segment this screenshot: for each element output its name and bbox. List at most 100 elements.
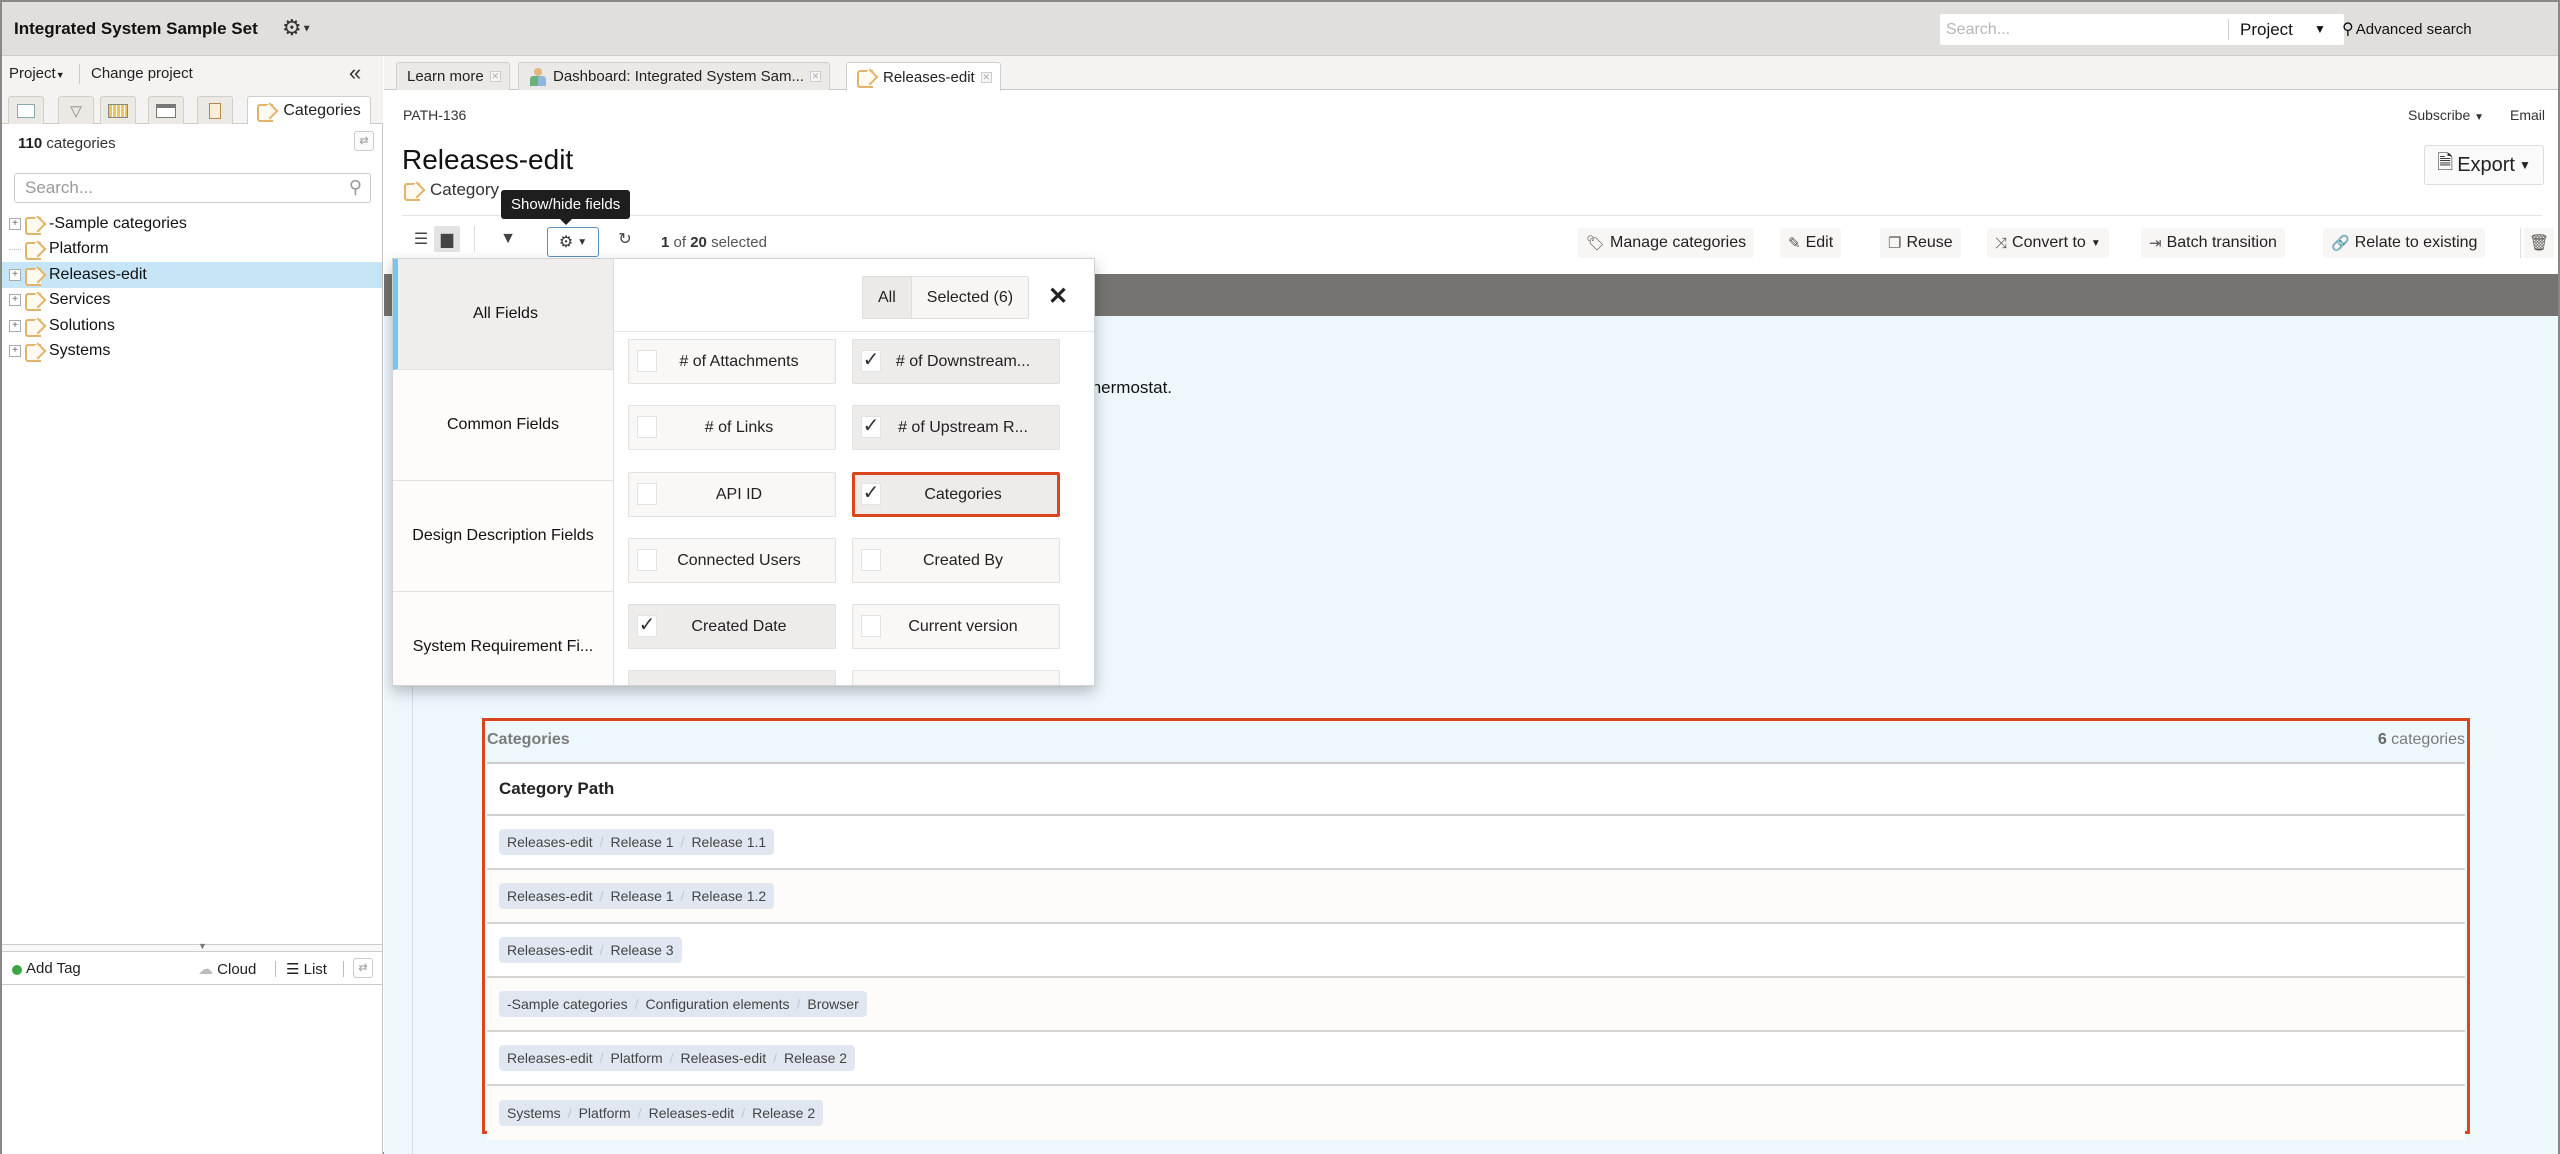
checkbox-unchecked[interactable]: [861, 549, 881, 571]
search-scope-select[interactable]: Project: [2240, 20, 2293, 40]
change-project-link[interactable]: Change project: [91, 65, 193, 82]
convert-to-button[interactable]: ⤨ Convert to ▼: [1987, 228, 2109, 258]
category-path-breadcrumb[interactable]: Releases-edit / Release 3: [499, 937, 682, 963]
field-option[interactable]: Connected Users: [628, 538, 836, 583]
tab-explorer[interactable]: [8, 96, 44, 124]
tree-item[interactable]: + Releases-edit: [2, 262, 382, 288]
tag-icon: [25, 318, 45, 337]
field-option[interactable]: ✓ # of Upstream R...: [852, 405, 1060, 450]
category-path-breadcrumb[interactable]: Releases-edit / Release 1 / Release 1.1: [499, 829, 775, 855]
collapse-sidebar-icon[interactable]: «: [349, 60, 361, 86]
delete-button[interactable]: 🗑: [2524, 228, 2554, 258]
field-option-label: Created Date: [691, 617, 787, 635]
manage-categories-button[interactable]: 🏷 Manage categories: [1578, 228, 1755, 258]
category-path-breadcrumb[interactable]: -Sample categories / Configuration element…: [499, 991, 867, 1017]
advanced-search-link[interactable]: ⚲ Advanced search: [2342, 19, 2472, 39]
filter-all-button[interactable]: All: [863, 277, 912, 318]
field-option[interactable]: ✓ Categories: [852, 472, 1060, 517]
path-separator: /: [637, 1105, 642, 1121]
close-icon[interactable]: ✕: [980, 71, 992, 83]
tab-filters[interactable]: ▽: [58, 96, 94, 124]
tab-reviews[interactable]: [197, 96, 233, 124]
project-menu-button[interactable]: Project▼: [9, 65, 65, 82]
expand-icon[interactable]: +: [9, 217, 21, 230]
document-view-icon[interactable]: ▆: [434, 226, 460, 252]
show-hide-fields-button[interactable]: ⚙ ▼: [547, 227, 599, 257]
expand-icon[interactable]: +: [9, 345, 21, 358]
tree-item[interactable]: Platform: [2, 237, 382, 263]
tab-releases-edit[interactable]: Releases-edit ✕: [846, 62, 1001, 91]
field-group-item[interactable]: All Fields: [393, 259, 613, 370]
tab-learn-more[interactable]: Learn more ✕: [396, 62, 510, 90]
tree-item[interactable]: + -Sample categories: [2, 211, 382, 237]
pane-splitter[interactable]: ▼: [2, 941, 382, 952]
caret-down-icon: ▼: [2519, 158, 2531, 172]
close-icon[interactable]: ✕: [809, 71, 821, 82]
expand-icon[interactable]: +: [9, 268, 21, 281]
field-group-item[interactable]: System Requirement Fi...: [393, 592, 613, 685]
cloud-view-button[interactable]: ☁ Cloud: [198, 960, 256, 978]
expand-icon[interactable]: +: [9, 319, 21, 332]
caret-down-icon[interactable]: ▼: [2314, 22, 2326, 36]
refresh-icon[interactable]: ↻: [612, 226, 638, 252]
checkbox-unchecked[interactable]: [637, 549, 657, 571]
field-option[interactable]: # of Attachments: [628, 339, 836, 384]
tree-item[interactable]: + Services: [2, 288, 382, 314]
refresh-icon[interactable]: ⇄: [353, 958, 373, 978]
category-path-breadcrumb[interactable]: Releases-edit / Platform / Releases-edit / Rel…: [499, 1045, 856, 1071]
field-group-item[interactable]: Design Description Fields: [393, 481, 613, 592]
field-option-partial[interactable]: [852, 670, 1060, 685]
email-link[interactable]: Email: [2510, 107, 2545, 123]
tag-icon: [25, 267, 45, 286]
field-option-partial[interactable]: [628, 670, 836, 685]
list-view-button[interactable]: ☰ List: [286, 960, 327, 978]
list-view-icon[interactable]: ☰: [408, 226, 434, 252]
export-button[interactable]: 🗎 Export ▼: [2424, 145, 2544, 185]
global-search-input[interactable]: [1940, 14, 2222, 45]
checkbox-unchecked[interactable]: [637, 483, 657, 505]
close-icon[interactable]: ✕: [1048, 282, 1068, 311]
checkbox-checked[interactable]: ✓: [637, 615, 657, 637]
checkbox-checked[interactable]: ✓: [861, 350, 881, 372]
expand-icon[interactable]: +: [9, 294, 21, 307]
field-option[interactable]: API ID: [628, 472, 836, 517]
add-tag-button[interactable]: Add Tag: [12, 960, 81, 977]
field-option[interactable]: ✓ # of Downstream...: [852, 339, 1060, 384]
tab-releases[interactable]: [100, 96, 136, 124]
filter-selected-button[interactable]: Selected (6): [911, 277, 1029, 318]
category-path-breadcrumb[interactable]: Releases-edit / Release 1 / Release 1.2: [499, 883, 775, 909]
tab-categories[interactable]: Categories: [247, 96, 371, 124]
category-path-breadcrumb[interactable]: Systems / Platform / Releases-edit / Release 2: [499, 1100, 824, 1126]
checkbox-checked[interactable]: ✓: [861, 416, 881, 438]
tree-item[interactable]: + Solutions: [2, 313, 382, 339]
action-label: Batch transition: [2166, 234, 2277, 251]
sidebar-search-input[interactable]: [15, 174, 335, 202]
edit-button[interactable]: ✎ Edit: [1780, 228, 1842, 258]
table-row: Releases-edit / Platform / Releases-edit / Rel…: [487, 1032, 2465, 1086]
sidebar-search: ⚲: [14, 173, 371, 203]
field-option[interactable]: ✓ Created Date: [628, 604, 836, 649]
field-option[interactable]: # of Links: [628, 405, 836, 450]
field-group-item[interactable]: Common Fields: [393, 370, 613, 481]
tab-label: Releases-edit: [883, 68, 975, 86]
tab-windows[interactable]: [148, 96, 184, 124]
settings-menu-button[interactable]: ⚙▼: [282, 15, 312, 41]
reuse-button[interactable]: ❐ Reuse: [1880, 228, 1961, 258]
refresh-icon[interactable]: ⇄: [354, 131, 374, 151]
field-option[interactable]: Created By: [852, 538, 1060, 583]
subscribe-menu[interactable]: Subscribe ▼: [2408, 107, 2484, 123]
path-segment: Releases-edit: [648, 1105, 735, 1121]
filter-icon[interactable]: ▼: [495, 226, 521, 252]
tab-dashboard[interactable]: Dashboard: Integrated System Sam... ✕: [518, 62, 830, 90]
close-icon[interactable]: ✕: [489, 71, 501, 82]
checkbox-unchecked[interactable]: [637, 416, 657, 438]
checkbox-unchecked[interactable]: [637, 350, 657, 372]
batch-transition-button[interactable]: ⇥ Batch transition: [2141, 228, 2285, 258]
checkbox-checked[interactable]: ✓: [861, 483, 881, 505]
add-tag-icon: [12, 965, 22, 975]
tree-item[interactable]: + Systems: [2, 339, 382, 365]
field-option[interactable]: Current version: [852, 604, 1060, 649]
relate-to-existing-button[interactable]: 🔗 Relate to existing: [2323, 228, 2486, 258]
checkbox-unchecked[interactable]: [861, 615, 881, 637]
search-icon[interactable]: ⚲: [349, 177, 362, 198]
